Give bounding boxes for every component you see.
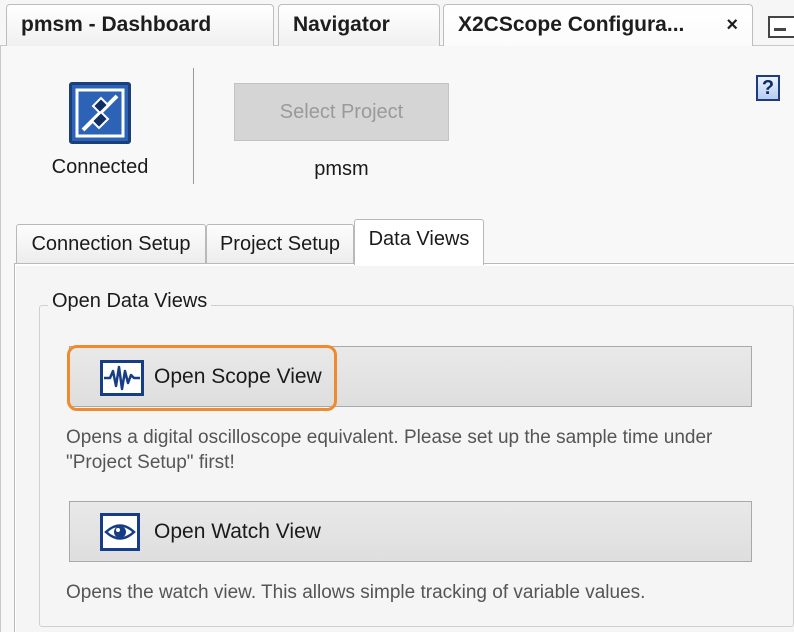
watch-view-description: Opens the watch view. This allows simple… [66,582,646,603]
group-title: Open Data Views [48,290,212,318]
tab-project-setup[interactable]: Project Setup [206,224,354,264]
tab-pmsm-dashboard[interactable]: pmsm - Dashboard [6,4,274,46]
close-icon[interactable]: × [726,5,738,45]
vertical-divider [193,68,194,184]
tab-navigator[interactable]: Navigator [278,4,440,46]
connection-status-label: Connected [51,156,149,178]
tab-data-views[interactable]: Data Views [354,219,484,265]
minimize-window-icon[interactable] [768,16,794,38]
plug-connected-icon[interactable] [69,82,131,144]
tab-connection-setup[interactable]: Connection Setup [16,224,206,264]
select-project-button[interactable]: Select Project [234,83,449,141]
open-watch-view-button[interactable]: Open Watch View [69,501,752,562]
tab-x2cscope-configuration[interactable]: X2CScope Configura... × [443,4,753,47]
open-watch-view-label: Open Watch View [154,520,321,543]
tab-label: Connection Setup [31,233,191,255]
highlight-annotation [67,345,337,411]
tab-label: Data Views [368,228,470,250]
help-icon[interactable]: ? [756,75,780,101]
scope-view-description: Opens a digital oscilloscope equivalent.… [66,427,713,473]
tab-label: Navigator [293,13,390,36]
tab-label: X2CScope Configura... [458,13,685,36]
tab-label: Project Setup [219,233,341,255]
tab-label: pmsm - Dashboard [21,13,212,36]
project-name-label: pmsm [314,158,369,180]
eye-icon [100,513,140,551]
